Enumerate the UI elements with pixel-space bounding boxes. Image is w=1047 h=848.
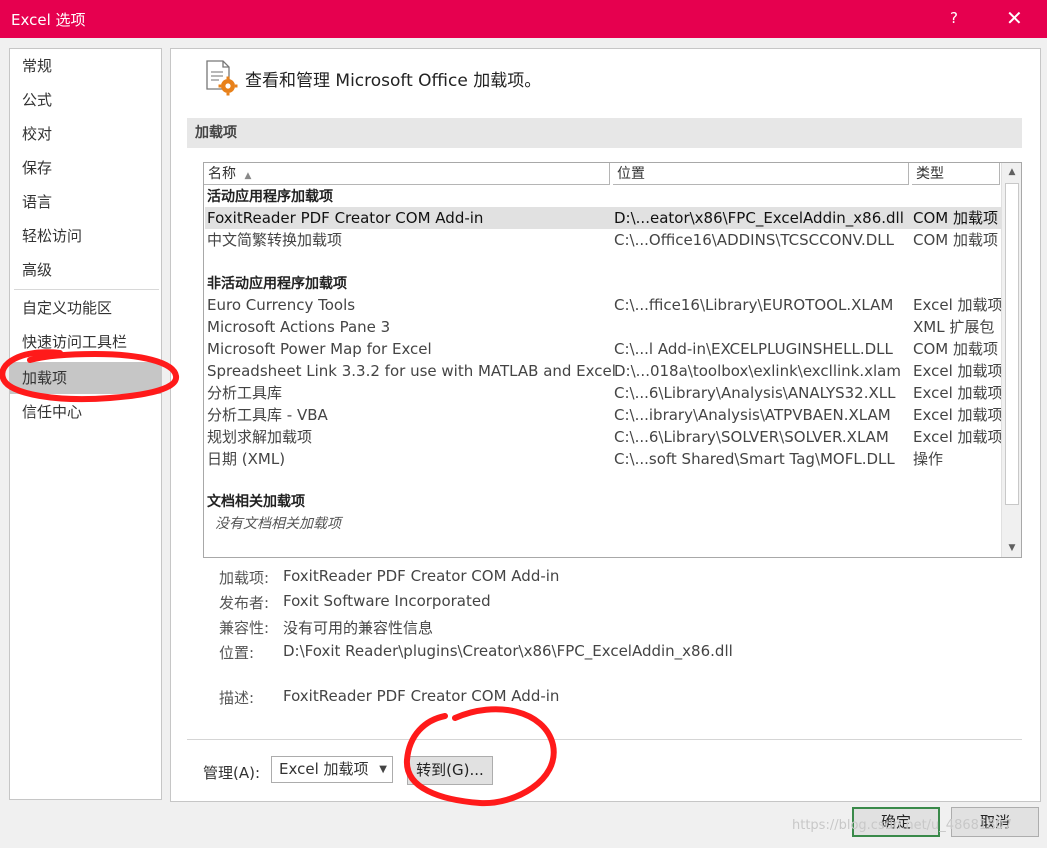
detail-location-label: 位置: [219,644,255,662]
detail-addin-value: FoxitReader PDF Creator COM Add-in [283,567,560,585]
detail-desc-label: 描述: [219,689,255,707]
detail-compat-label: 兼容性: [219,619,270,637]
nav-item-save[interactable]: 保存 [10,152,161,184]
manage-label: 管理(A): [203,764,261,782]
empty-document-addins: 没有文档相关加载项 [215,516,341,532]
close-button[interactable]: ✕ [1006,6,1023,30]
nav-item-quick-access-toolbar[interactable]: 快速访问工具栏 [10,326,161,358]
nav-item-addins[interactable]: 加载项 [10,362,161,394]
list-item[interactable]: Spreadsheet Link 3.3.2 for use with MATL… [205,360,1003,382]
sort-ascending-icon: ▲ [244,171,252,181]
title-bar: Excel 选项 ? ✕ [0,0,1047,38]
manage-select[interactable]: Excel 加载项 ▼ [271,756,393,783]
scroll-thumb[interactable] [1005,183,1019,505]
help-button[interactable]: ? [950,9,958,27]
nav-item-language[interactable]: 语言 [10,186,161,218]
nav-item-general[interactable]: 常规 [10,50,161,82]
list-scrollbar[interactable]: ▲ ▼ [1001,163,1021,557]
column-header-type[interactable]: 类型 [912,163,1000,185]
nav-item-formulas[interactable]: 公式 [10,84,161,116]
divider [187,739,1022,740]
addins-panel: 查看和管理 Microsoft Office 加载项。 加载项 名称 ▲ 位置 … [170,48,1041,802]
detail-location-value: D:\Foxit Reader\plugins\Creator\x86\FPC_… [283,642,733,660]
list-item[interactable]: Euro Currency Tools C:\...ffice16\Librar… [205,294,1003,316]
window-title: Excel 选项 [11,11,86,29]
list-item[interactable]: 规划求解加载项 C:\...6\Library\SOLVER\SOLVER.XL… [205,426,1003,448]
nav-item-proofing[interactable]: 校对 [10,118,161,150]
nav-divider [14,289,159,290]
addins-gear-icon [206,60,238,96]
column-header-name[interactable]: 名称 ▲ [204,163,610,185]
group-document-addins: 文档相关加载项 [207,494,305,510]
list-item[interactable]: 日期 (XML) C:\...soft Shared\Smart Tag\MOF… [205,448,1001,470]
options-nav: 常规 公式 校对 保存 语言 轻松访问 高级 自定义功能区 快速访问工具栏 加载… [9,48,162,800]
group-active-addins: 活动应用程序加载项 [207,189,333,205]
list-item[interactable]: FoxitReader PDF Creator COM Add-in D:\..… [205,207,1001,229]
detail-desc-value: FoxitReader PDF Creator COM Add-in [283,687,560,705]
list-item[interactable]: Microsoft Actions Pane 3 XML 扩展包 [205,316,1001,338]
group-inactive-addins: 非活动应用程序加载项 [207,276,347,292]
page-title: 查看和管理 Microsoft Office 加载项。 [245,71,542,91]
detail-addin-label: 加载项: [219,569,270,587]
scroll-up-icon[interactable]: ▲ [1002,163,1021,181]
addins-list[interactable]: 名称 ▲ 位置 类型 活动应用程序加载项 FoxitReader PDF Cre… [203,162,1022,558]
list-item[interactable]: 分析工具库 - VBA C:\...ibrary\Analysis\ATPVBA… [205,404,1003,426]
list-item[interactable]: 分析工具库 C:\...6\Library\Analysis\ANALYS32.… [205,382,1003,404]
detail-publisher-label: 发布者: [219,594,270,612]
list-item[interactable]: 中文简繁转换加载项 C:\...Office16\ADDINS\TCSCCONV… [205,229,1001,251]
watermark: https://blog.csdn.net/u_48681807 [792,818,1012,833]
list-item[interactable]: Microsoft Power Map for Excel C:\...l Ad… [205,338,1001,360]
goto-button[interactable]: 转到(G)... [407,756,493,785]
nav-item-customize-ribbon[interactable]: 自定义功能区 [10,292,161,324]
detail-publisher-value: Foxit Software Incorporated [283,592,491,610]
column-header-location[interactable]: 位置 [613,163,909,185]
nav-item-advanced[interactable]: 高级 [10,254,161,286]
nav-item-accessibility[interactable]: 轻松访问 [10,220,161,252]
detail-compat-value: 没有可用的兼容性信息 [283,619,434,637]
chevron-down-icon: ▼ [379,764,387,775]
scroll-down-icon[interactable]: ▼ [1002,539,1021,557]
section-header-addins: 加载项 [187,118,1022,148]
nav-item-trust-center[interactable]: 信任中心 [10,396,161,428]
